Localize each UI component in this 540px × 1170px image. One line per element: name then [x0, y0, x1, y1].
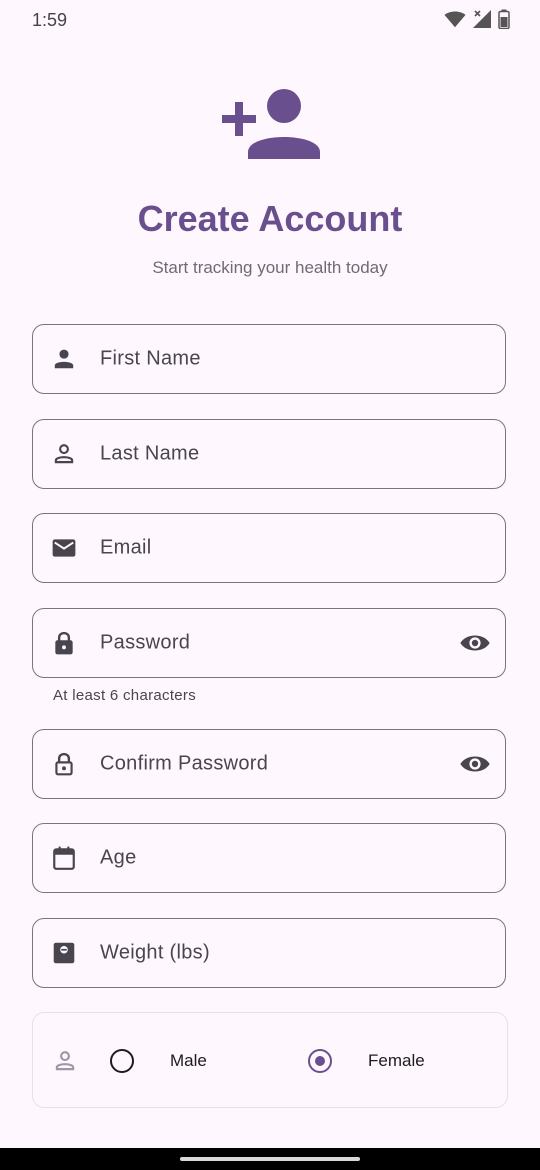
- age-field[interactable]: Age: [32, 823, 506, 893]
- page-subtitle: Start tracking your health today: [152, 258, 388, 277]
- email-field[interactable]: Email: [32, 513, 506, 583]
- calendar-icon: [53, 846, 75, 870]
- scale-icon: [53, 942, 75, 964]
- person-outline-icon: [55, 1051, 75, 1071]
- lock-outline-icon: [55, 752, 73, 776]
- person-add-icon: [222, 89, 320, 159]
- eye-icon[interactable]: [459, 627, 491, 659]
- confirm-password-label: Confirm Password: [100, 752, 269, 775]
- signal-icon: [473, 10, 491, 28]
- person-icon: [54, 349, 74, 369]
- first-name-label: First Name: [100, 347, 201, 370]
- mail-icon: [52, 539, 76, 557]
- gender-radio-female[interactable]: [308, 1049, 332, 1073]
- page-title: Create Account: [137, 198, 403, 239]
- password-label: Password: [100, 631, 191, 654]
- password-helper-text: At least 6 characters: [53, 687, 197, 704]
- gender-label-female[interactable]: Female: [368, 1051, 425, 1071]
- wifi-icon: [444, 11, 466, 28]
- confirm-password-field[interactable]: Confirm Password: [32, 729, 506, 799]
- gender-selector: Male Female: [32, 1012, 508, 1108]
- email-label: Email: [100, 536, 152, 559]
- weight-label: Weight (lbs): [100, 941, 210, 964]
- lock-icon: [55, 631, 73, 655]
- status-time: 1:59: [32, 10, 68, 30]
- password-field[interactable]: Password: [32, 608, 506, 678]
- status-bar: 1:59: [0, 0, 540, 40]
- weight-field[interactable]: Weight (lbs): [32, 918, 506, 988]
- age-label: Age: [100, 846, 137, 869]
- status-icons: [444, 9, 510, 29]
- gender-radio-male[interactable]: [110, 1049, 134, 1073]
- eye-icon[interactable]: [459, 748, 491, 780]
- person-outline-icon: [54, 444, 74, 464]
- last-name-label: Last Name: [100, 442, 200, 465]
- home-gesture-handle[interactable]: [180, 1157, 360, 1161]
- navigation-bar: [0, 1148, 540, 1170]
- battery-icon: [498, 9, 510, 29]
- first-name-field[interactable]: First Name: [32, 324, 506, 394]
- last-name-field[interactable]: Last Name: [32, 419, 506, 489]
- gender-label-male[interactable]: Male: [170, 1051, 207, 1071]
